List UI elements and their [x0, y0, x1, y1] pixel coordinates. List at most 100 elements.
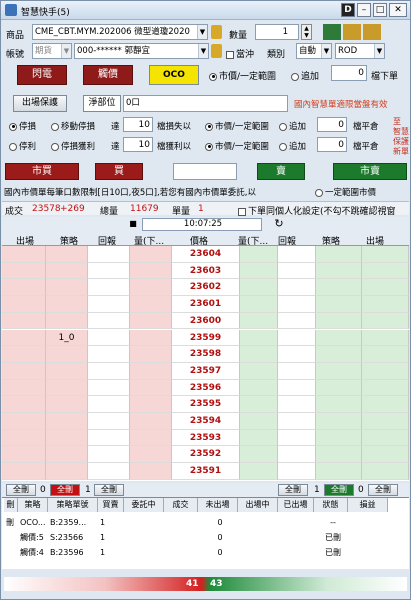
close-button[interactable]: ✕ [389, 3, 407, 17]
ladder-cell[interactable] [316, 362, 362, 380]
ladder-cell[interactable] [2, 446, 46, 464]
ladder-cell[interactable] [130, 413, 172, 430]
ladder-cell[interactable] [362, 362, 409, 380]
ladder-cell[interactable] [362, 312, 409, 330]
ladder-cell[interactable] [362, 446, 409, 464]
ladder-cell[interactable] [316, 262, 362, 280]
ladder-cell[interactable] [240, 379, 278, 397]
ladder-cell[interactable] [130, 246, 172, 263]
price-cell[interactable]: 23601 [172, 296, 240, 313]
profit-market-radio[interactable] [205, 142, 213, 151]
ladder-cell[interactable] [240, 362, 278, 380]
ladder-cell[interactable] [278, 262, 316, 280]
profit-stop-radio[interactable] [51, 142, 59, 151]
ladder-cell[interactable] [278, 396, 316, 413]
ladder-cell[interactable] [2, 279, 46, 297]
ladder-cell[interactable] [316, 379, 362, 397]
refresh-icon[interactable]: ↻ [272, 217, 286, 231]
ladder-cell[interactable] [278, 312, 316, 330]
ladder-cell[interactable] [362, 396, 409, 413]
ladder-cell[interactable] [130, 346, 172, 363]
price-cell[interactable]: 23599 [172, 329, 240, 347]
ladder-cell[interactable] [278, 329, 316, 347]
take-profit-ticks-input[interactable]: 10 [123, 137, 153, 152]
account-type-select[interactable]: 期貨 ▼ [32, 43, 72, 59]
ladder-cell[interactable] [278, 413, 316, 430]
ladder-cell[interactable] [278, 379, 316, 397]
ladder-cell[interactable] [130, 296, 172, 313]
ladder-cell[interactable] [316, 296, 362, 313]
ladder-cell[interactable] [130, 429, 172, 447]
ladder-cell[interactable] [88, 279, 130, 297]
strategy-marker[interactable]: 1_0 [46, 329, 88, 347]
ladder-cell[interactable] [2, 396, 46, 413]
cancel-all-report-sell[interactable]: 全刪 [278, 484, 308, 496]
stop-close-ticks-input[interactable]: 0 [317, 117, 347, 132]
ladder-cell[interactable] [2, 379, 46, 397]
ladder-cell[interactable] [362, 329, 409, 347]
ladder-cell[interactable] [2, 429, 46, 447]
ladder-cell[interactable] [88, 396, 130, 413]
qty-stepper[interactable]: ▲ ▼ [301, 24, 312, 40]
ladder-cell[interactable] [240, 346, 278, 363]
price-input[interactable] [173, 163, 237, 180]
ladder-cell[interactable] [130, 463, 172, 480]
ladder-cell[interactable] [2, 463, 46, 480]
ladder-cell[interactable] [240, 312, 278, 330]
ladder-cell[interactable] [88, 429, 130, 447]
ladder-cell[interactable] [240, 279, 278, 297]
ladder-cell[interactable] [2, 296, 46, 313]
price-cell[interactable]: 23595 [172, 396, 240, 413]
personal-settings-box[interactable] [238, 207, 246, 216]
ladder-cell[interactable] [316, 429, 362, 447]
ladder-cell[interactable] [240, 429, 278, 447]
cancel-all-strategy-sell[interactable]: 全刪 [324, 484, 354, 496]
ladder-cell[interactable] [316, 396, 362, 413]
market-radio-dot[interactable] [209, 72, 217, 81]
ladder-cell[interactable] [2, 413, 46, 430]
ladder-cell[interactable] [240, 396, 278, 413]
ladder-cell[interactable] [130, 329, 172, 347]
flash-button[interactable]: 閃電 [17, 65, 67, 85]
day-trade-box[interactable] [226, 50, 234, 59]
exit-protect-button[interactable]: 出場保護 [13, 95, 67, 112]
ladder-cell[interactable] [46, 279, 88, 297]
stop-market-radio[interactable] [205, 122, 213, 131]
ladder-cell[interactable] [316, 346, 362, 363]
lock-icon[interactable] [211, 25, 222, 39]
price-cell[interactable]: 23597 [172, 362, 240, 380]
ladder-cell[interactable] [130, 279, 172, 297]
cancel-all-exit-buy[interactable]: 全刪 [6, 484, 36, 496]
ladder-cell[interactable] [88, 446, 130, 464]
price-cell[interactable]: 23593 [172, 429, 240, 447]
ladder-cell[interactable] [362, 463, 409, 480]
ladder-cell[interactable] [46, 312, 88, 330]
ladder-cell[interactable] [362, 262, 409, 280]
trailing-stop-radio[interactable] [51, 122, 59, 131]
ticks-input[interactable]: 0 [331, 65, 367, 81]
ladder-cell[interactable] [2, 262, 46, 280]
cancel-all-report-buy[interactable]: 全刪 [94, 484, 124, 496]
price-cell[interactable]: 23591 [172, 463, 240, 480]
ladder-cell[interactable] [316, 279, 362, 297]
ladder-cell[interactable] [46, 396, 88, 413]
price-cell[interactable]: 23598 [172, 346, 240, 363]
ladder-cell[interactable] [46, 346, 88, 363]
ladder-cell[interactable] [278, 463, 316, 480]
ladder-cell[interactable] [2, 329, 46, 347]
stop-loss-ticks-input[interactable]: 10 [123, 117, 153, 132]
personal-settings-checkbox[interactable]: 下單同個人化設定(不勾不跳確認視窗 [238, 204, 408, 217]
ladder-cell[interactable] [240, 463, 278, 480]
cancel-all-strategy-buy[interactable]: 全刪 [50, 484, 80, 496]
price-cell[interactable]: 23603 [172, 262, 240, 280]
account-select[interactable]: 000-****** 郭靜宜 ▼ [74, 43, 209, 59]
ladder-cell[interactable] [316, 246, 362, 263]
ladder-cell[interactable] [130, 396, 172, 413]
stop-loss-radio[interactable] [9, 122, 17, 131]
ladder-cell[interactable] [130, 446, 172, 464]
ladder-cell[interactable] [278, 429, 316, 447]
qty-input[interactable]: 1 [255, 24, 299, 40]
ladder-cell[interactable] [2, 362, 46, 380]
ladder-cell[interactable] [88, 413, 130, 430]
sell-button[interactable]: 賣 [257, 163, 305, 180]
